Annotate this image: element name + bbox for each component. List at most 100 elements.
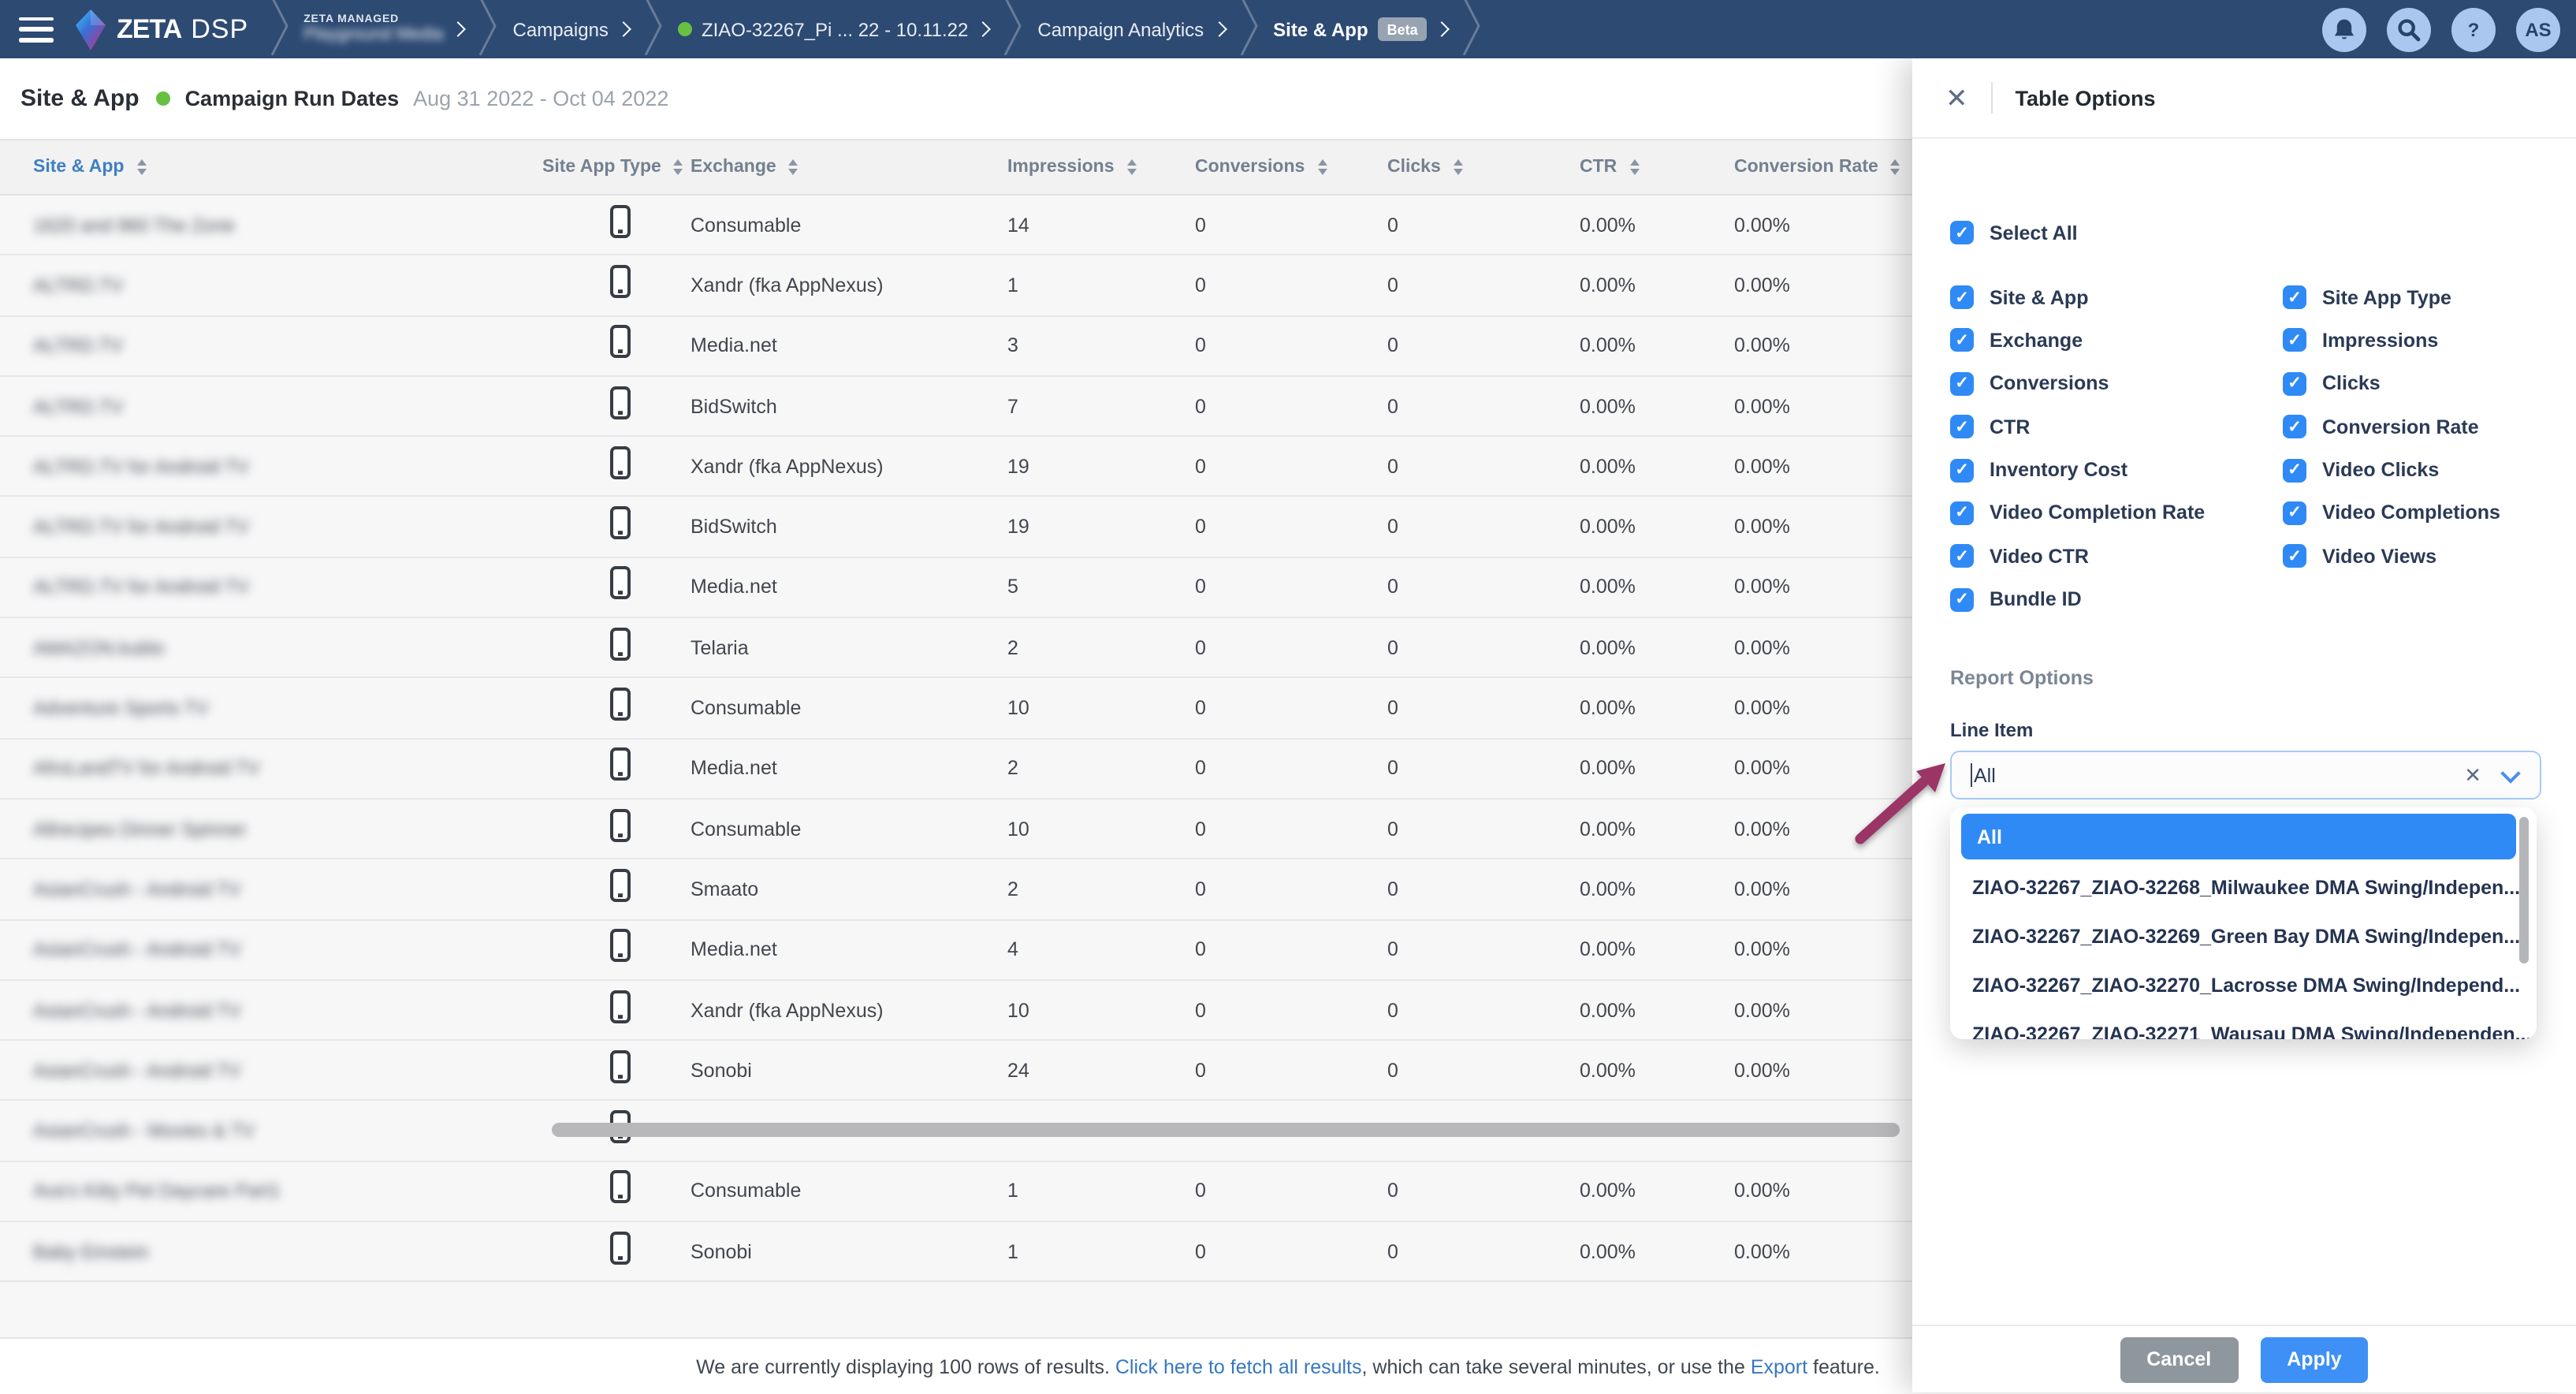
line-item-option[interactable]: ZIAO-32267_ZIAO-32268_Milwaukee DMA Swin…: [1950, 863, 2537, 911]
column-toggle-label: Site & App: [1990, 286, 2088, 308]
ctr-cell: 0.00%: [1580, 214, 1734, 236]
sort-icon[interactable]: [136, 159, 146, 175]
checkbox-checked-icon[interactable]: ✓: [1950, 545, 1974, 568]
site-app-name-redacted: ALTRD.TV for Android TV: [33, 456, 396, 478]
column-toggle-video-completion-rate[interactable]: ✓Video Completion Rate: [1950, 501, 2283, 525]
breadcrumb-item-campaigns[interactable]: Campaigns: [497, 18, 645, 40]
search-button[interactable]: [2387, 7, 2431, 51]
checkbox-checked-icon[interactable]: ✓: [1950, 285, 1974, 309]
conversions-cell: 0: [1195, 334, 1387, 356]
select-all-checkbox-row[interactable]: ✓ Select All: [1950, 221, 2078, 244]
checkbox-checked-icon[interactable]: ✓: [2283, 329, 2306, 352]
help-button[interactable]: ?: [2451, 7, 2496, 51]
column-toggle-label: Video Views: [2322, 546, 2436, 568]
column-toggle-inventory-cost[interactable]: ✓Inventory Cost: [1950, 458, 2283, 482]
line-item-select-input[interactable]: All ✕: [1950, 751, 2541, 800]
column-header-site-app[interactable]: Site & App: [33, 158, 542, 177]
report-options-heading: Report Options: [1950, 667, 2094, 689]
clicks-cell: 0: [1387, 1060, 1580, 1082]
exchange-cell: Sonobi: [691, 1060, 1007, 1082]
column-toggle-clicks[interactable]: ✓Clicks: [2283, 372, 2557, 396]
line-item-option[interactable]: ZIAO-32267_ZIAO-32269_Green Bay DMA Swin…: [1950, 911, 2537, 960]
checkbox-checked-icon[interactable]: ✓: [2283, 415, 2306, 438]
sort-icon[interactable]: [1317, 159, 1327, 175]
column-toggle-impressions[interactable]: ✓Impressions: [2283, 329, 2557, 352]
mobile-phone-icon: [610, 1171, 631, 1212]
run-dates-value: Aug 31 2022 - Oct 04 2022: [413, 87, 668, 110]
breadcrumb-item-campaign-analytics[interactable]: Campaign Analytics: [1022, 18, 1240, 40]
sort-icon[interactable]: [1127, 159, 1137, 175]
exchange-cell: Telaria: [691, 636, 1007, 658]
brand-word-dsp: DSP: [191, 13, 248, 45]
column-toggle-exchange[interactable]: ✓Exchange: [1950, 329, 2283, 352]
column-toggle-label: Video Completions: [2322, 502, 2500, 524]
column-toggle-conversions[interactable]: ✓ Conversions: [1950, 372, 2283, 396]
checkbox-checked-icon[interactable]: ✓: [2283, 285, 2306, 309]
chevron-down-icon[interactable]: [2500, 762, 2520, 782]
account-button[interactable]: AS: [2516, 7, 2560, 51]
checkbox-checked-icon[interactable]: ✓: [2283, 372, 2306, 396]
mobile-phone-icon: [610, 265, 631, 306]
clicks-cell: 0: [1387, 999, 1580, 1021]
column-toggle-site-app-type[interactable]: ✓Site App Type: [2283, 285, 2557, 309]
checkbox-checked-icon[interactable]: ✓: [1950, 501, 1974, 525]
sort-icon[interactable]: [789, 159, 798, 175]
checkbox-checked-icon[interactable]: ✓: [2283, 545, 2306, 568]
sort-icon[interactable]: [1454, 159, 1463, 175]
text-cursor: [1971, 763, 1972, 787]
cancel-button[interactable]: Cancel: [2120, 1336, 2238, 1382]
column-header-label: Conversion Rate: [1734, 158, 1878, 177]
site-app-name-redacted: Baby Einstein: [33, 1240, 396, 1262]
checkbox-checked-icon[interactable]: ✓: [1950, 221, 1974, 244]
apply-button[interactable]: Apply: [2260, 1336, 2368, 1382]
checkbox-checked-icon[interactable]: ✓: [1950, 415, 1974, 438]
breadcrumb-item-ziao-32267-pi-22-10-11-22[interactable]: ZIAO-32267_Pi ... 22 - 10.11.22: [662, 18, 1004, 40]
chevron-right-icon: [975, 21, 991, 37]
column-toggle-video-completions[interactable]: ✓ Video Completions: [2283, 501, 2557, 525]
sort-icon[interactable]: [674, 159, 683, 175]
sort-icon[interactable]: [1891, 159, 1900, 175]
column-header-site-app-type[interactable]: Site App Type: [542, 158, 691, 177]
column-toggle-ctr[interactable]: ✓CTR: [1950, 415, 2283, 438]
sort-icon[interactable]: [1629, 159, 1639, 175]
site-app-type-cell: [542, 204, 691, 245]
impressions-cell: 10: [1007, 818, 1195, 840]
close-icon[interactable]: ✕: [1945, 84, 1968, 111]
checkbox-checked-icon[interactable]: ✓: [1950, 329, 1974, 352]
column-toggle-site-app[interactable]: ✓ Site & App: [1950, 285, 2283, 309]
checkbox-checked-icon[interactable]: ✓: [1950, 458, 1974, 482]
breadcrumb-label-redacted: Playground Media: [303, 26, 443, 45]
breadcrumb-item-site-app[interactable]: Site & AppBeta: [1257, 17, 1464, 41]
site-app-name-redacted: AsianCrush - Movies & TV: [33, 1120, 396, 1142]
impressions-cell: 14: [1007, 214, 1195, 236]
column-header-ctr[interactable]: CTR: [1580, 158, 1734, 177]
column-toggle-video-clicks[interactable]: ✓Video Clicks: [2283, 458, 2557, 482]
line-item-option-all[interactable]: All: [1961, 814, 2516, 859]
breadcrumb-item-playground-media[interactable]: ZETA MANAGEDPlayground Media: [288, 13, 479, 45]
column-toggle-label: Conversions: [1990, 373, 2109, 395]
breadcrumb: ZETA MANAGEDPlayground Media Campaigns ZIA…: [270, 0, 2310, 58]
column-toggle-bundle-id[interactable]: ✓Bundle ID: [1950, 587, 2283, 611]
column-toggle-video-ctr[interactable]: ✓Video CTR: [1950, 545, 2283, 568]
clear-icon[interactable]: ✕: [2464, 762, 2481, 788]
column-header-impressions[interactable]: Impressions: [1007, 158, 1195, 177]
column-toggle-video-views[interactable]: ✓ Video Views: [2283, 545, 2557, 568]
checkbox-checked-icon[interactable]: ✓: [2283, 458, 2306, 482]
column-header-exchange[interactable]: Exchange: [691, 158, 1007, 177]
column-toggle-conversion-rate[interactable]: ✓Conversion Rate: [2283, 415, 2557, 438]
fetch-all-results-link[interactable]: Click here to fetch all results: [1115, 1355, 1362, 1377]
export-link[interactable]: Export: [1751, 1355, 1807, 1377]
line-item-option[interactable]: ZIAO-32267_ZIAO-32271_Wausau DMA Swing/I…: [1950, 1009, 2537, 1039]
zeta-dsp-logo[interactable]: ZETA DSP: [76, 9, 248, 50]
checkbox-checked-icon[interactable]: ✓: [2283, 501, 2306, 525]
line-item-option[interactable]: ZIAO-32267_ZIAO-32270_Lacrosse DMA Swing…: [1950, 960, 2537, 1009]
column-header-clicks[interactable]: Clicks: [1387, 158, 1580, 177]
checkbox-checked-icon[interactable]: ✓: [1950, 372, 1974, 396]
notifications-button[interactable]: [2322, 7, 2366, 51]
column-header-conversions[interactable]: Conversions: [1195, 158, 1387, 177]
dropdown-scrollbar[interactable]: [2518, 817, 2529, 964]
hamburger-menu-icon[interactable]: [19, 17, 54, 42]
horizontal-scrollbar[interactable]: [552, 1123, 1900, 1137]
site-app-name-redacted: AsianCrush - Android TV: [33, 999, 396, 1021]
checkbox-checked-icon[interactable]: ✓: [1950, 587, 1974, 611]
